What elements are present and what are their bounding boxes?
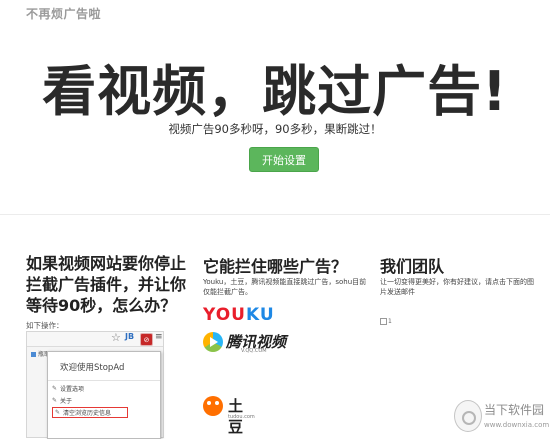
browser-toolbar: ☆ JB ⊘ ≡ xyxy=(27,331,163,347)
watermark-url: www.downxia.com xyxy=(484,421,550,429)
hero-title: 看视频，跳过广告! xyxy=(42,60,508,123)
menu-item-clear-history: ✎ 清空浏览历史信息 xyxy=(52,407,128,418)
site-name[interactable]: 不再烦广告啦 xyxy=(26,5,101,22)
start-settings-button[interactable]: 开始设置 xyxy=(249,147,319,172)
col3-description: 让一切变得更美好，你有好建议，请点击下面的图片发送邮件 xyxy=(380,278,534,296)
browser-screenshot: ☆ JB ⊘ ≡ 瓶耶Ad 欢迎使用StopAd ✎设置选项 ✎关于 ✎清空浏览… xyxy=(26,331,164,439)
menu-item-about: ✎ 关于 xyxy=(52,395,72,406)
menu-item-label: 关于 xyxy=(60,398,73,405)
jb-extension-icon: JB xyxy=(125,332,135,341)
image-alt-text: 1 xyxy=(388,318,392,325)
operation-label: 如下操作： xyxy=(26,321,64,330)
col3-heading: 我们团队 xyxy=(380,257,445,276)
watermark: 当下软件园 www.downxia.com xyxy=(454,397,549,435)
team-email-image[interactable]: 1 xyxy=(380,318,392,325)
menu-icon: ≡ xyxy=(155,332,163,342)
menu-item-settings: ✎ 设置选项 xyxy=(52,383,84,394)
col2-heading: 它能拦住哪些广告？ xyxy=(203,257,348,276)
bookmark-icon xyxy=(31,352,36,357)
about-icon: ✎ xyxy=(52,397,58,404)
tudou-icon xyxy=(203,396,223,416)
broken-image-icon xyxy=(380,318,387,325)
hero-subtitle: 视频广告90多秒呀，90多秒，果断跳过！ xyxy=(168,122,382,136)
settings-icon: ✎ xyxy=(52,385,58,392)
col2-description: Youku，土豆，腾讯视频能直接跳过广告，sohu目前仅能拦截广告。 xyxy=(203,278,367,296)
star-icon: ☆ xyxy=(111,331,121,344)
watermark-logo-icon xyxy=(454,400,482,432)
menu-item-label: 清空浏览历史信息 xyxy=(63,410,112,417)
youku-logo: YOUKU xyxy=(203,305,275,325)
tudou-url: tudou.com xyxy=(228,414,255,420)
qq-video-url: V.QQ.COM xyxy=(241,348,267,354)
qq-video-icon xyxy=(203,332,223,352)
watermark-name: 当下软件园 xyxy=(484,403,545,417)
menu-item-label: 设置选项 xyxy=(60,386,85,393)
stopad-icon: ⊘ xyxy=(140,333,153,346)
extension-popup: 欢迎使用StopAd ✎ 设置选项 ✎ 关于 ✎ 清空浏览历史信息 xyxy=(47,351,161,439)
section-divider xyxy=(0,214,550,215)
clear-icon: ✎ xyxy=(55,409,61,416)
popup-title: 欢迎使用StopAd xyxy=(60,363,125,373)
col1-heading: 如果视频网站要你停止拦截广告插件，并让你等待90秒，怎么办？ xyxy=(26,254,187,315)
popup-divider xyxy=(48,380,160,381)
